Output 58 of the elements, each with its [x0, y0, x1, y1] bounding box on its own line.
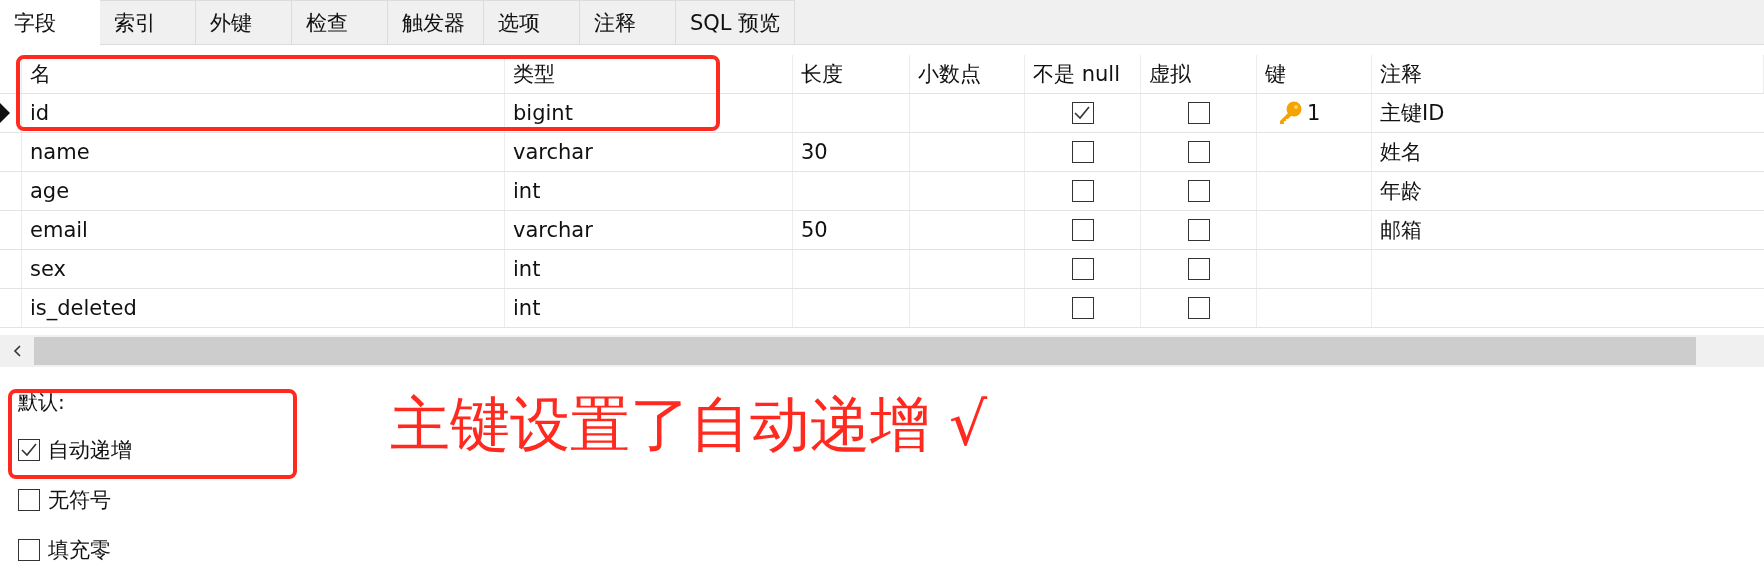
- checkbox[interactable]: [1071, 297, 1094, 319]
- annotation-text: 主键设置了自动递增 √: [390, 389, 988, 459]
- checkbox[interactable]: [1071, 180, 1094, 202]
- table-cell-text: 年龄: [1380, 178, 1422, 205]
- checkbox-label[interactable]: 无符号: [48, 486, 111, 514]
- tab[interactable]: 外键: [196, 0, 292, 44]
- table-cell-text: 主键ID: [1380, 100, 1445, 127]
- column-header[interactable]: 类型: [505, 55, 793, 93]
- table-cell: int: [513, 257, 541, 281]
- column-header[interactable]: 注释: [1372, 55, 1764, 93]
- tab[interactable]: SQL 预览: [676, 0, 796, 44]
- tab[interactable]: 字段: [0, 0, 100, 45]
- table-cell: int: [513, 296, 541, 320]
- table-cell: id: [30, 101, 50, 125]
- column-header[interactable]: 不是 null: [1025, 55, 1141, 93]
- table-cell: varchar: [513, 140, 593, 164]
- table-cell: email: [30, 218, 88, 242]
- table-cell: sex: [30, 257, 66, 281]
- tab[interactable]: 索引: [100, 0, 196, 44]
- checkbox[interactable]: [1071, 219, 1094, 241]
- table-cell: 1: [1307, 101, 1321, 125]
- tab[interactable]: 选项: [484, 0, 580, 44]
- checkbox[interactable]: [1187, 141, 1210, 163]
- checkbox[interactable]: [1071, 141, 1094, 163]
- table-cell-text: 邮箱: [1380, 217, 1422, 244]
- checkbox[interactable]: [1187, 258, 1210, 280]
- checkbox[interactable]: [1187, 102, 1210, 124]
- table-cell: int: [513, 179, 541, 203]
- column-header[interactable]: 名: [22, 55, 505, 93]
- table-cell: name: [30, 140, 90, 164]
- tab[interactable]: 触发器: [388, 0, 484, 44]
- checkbox-label[interactable]: 自动递增: [48, 436, 132, 464]
- checkbox[interactable]: [1071, 258, 1094, 280]
- checkbox[interactable]: [1187, 297, 1210, 319]
- table-cell: 50: [801, 218, 828, 242]
- column-header[interactable]: 小数点: [910, 55, 1025, 93]
- key-icon: [1277, 101, 1303, 125]
- checkbox[interactable]: [1187, 219, 1210, 241]
- checkbox[interactable]: [18, 439, 40, 461]
- tab[interactable]: 检查: [292, 0, 388, 44]
- scroll-left-icon[interactable]: [13, 345, 21, 357]
- scrollbar-thumb[interactable]: [34, 337, 1696, 365]
- column-header[interactable]: 长度: [793, 55, 910, 93]
- table-cell: varchar: [513, 218, 593, 242]
- table-cell: is_deleted: [30, 296, 137, 320]
- checkbox-label[interactable]: 填充零: [48, 536, 111, 564]
- checkbox[interactable]: [1187, 180, 1210, 202]
- table-cell: bigint: [513, 101, 573, 125]
- column-header[interactable]: 虚拟: [1141, 55, 1257, 93]
- section-label: 默认:: [18, 389, 66, 416]
- checkbox[interactable]: [18, 489, 40, 511]
- table-cell: 30: [801, 140, 828, 164]
- checkbox[interactable]: [18, 539, 40, 561]
- table-cell: age: [30, 179, 70, 203]
- checkbox[interactable]: [1071, 102, 1094, 124]
- column-header[interactable]: 键: [1257, 55, 1372, 93]
- tab[interactable]: 注释: [580, 0, 676, 44]
- table-cell-text: 姓名: [1380, 139, 1422, 166]
